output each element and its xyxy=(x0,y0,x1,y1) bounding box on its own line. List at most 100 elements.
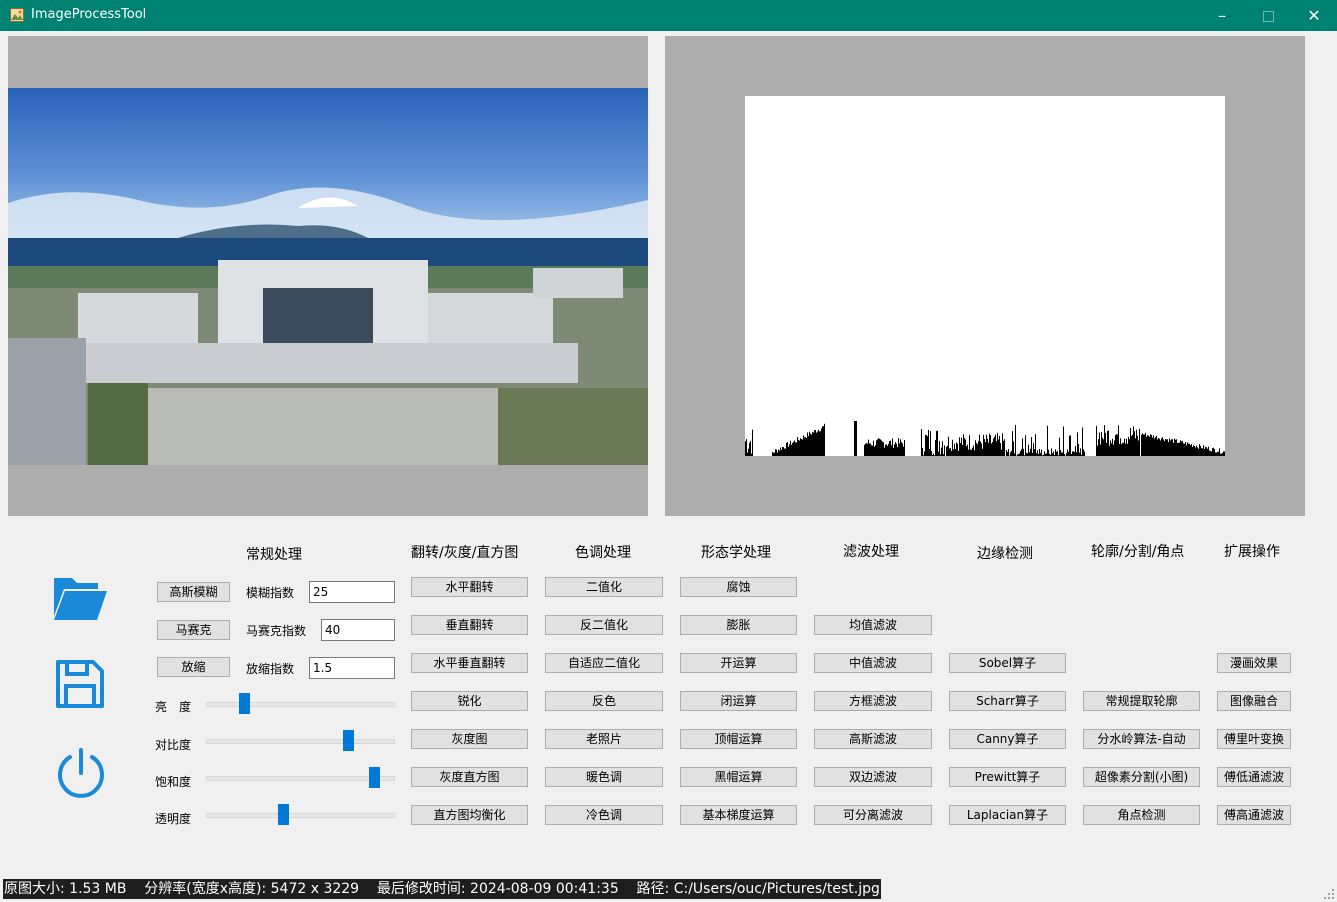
histogram-bar xyxy=(1188,443,1189,456)
save-floppy-icon[interactable] xyxy=(55,659,105,709)
scale-button[interactable]: 放缩 xyxy=(157,657,230,677)
histogram-bar xyxy=(981,443,982,456)
image-blend-button[interactable]: 图像融合 xyxy=(1217,691,1291,711)
old-photo-button[interactable]: 老照片 xyxy=(545,729,663,749)
histogram-bar xyxy=(810,433,811,456)
histogram-bar xyxy=(1064,454,1065,456)
morph-gradient-button[interactable]: 基本梯度运算 xyxy=(680,805,797,825)
cartoon-effect-button[interactable]: 漫画效果 xyxy=(1217,653,1291,673)
box-filter-button[interactable]: 方框滤波 xyxy=(814,691,932,711)
canny-button[interactable]: Canny算子 xyxy=(949,729,1066,749)
fourier-highpass-button[interactable]: 傅高通滤波 xyxy=(1217,805,1291,825)
histogram-bar xyxy=(809,431,810,456)
sharpen-button[interactable]: 锐化 xyxy=(411,691,528,711)
histogram-bar xyxy=(1206,447,1207,456)
dilate-button[interactable]: 膨胀 xyxy=(680,615,797,635)
histogram-bar xyxy=(884,447,885,456)
flip-both-button[interactable]: 水平垂直翻转 xyxy=(411,653,528,673)
histogram-bar xyxy=(1018,454,1019,456)
median-filter-button[interactable]: 中值滤波 xyxy=(814,653,932,673)
warm-tone-button[interactable]: 暖色调 xyxy=(545,767,663,787)
erode-button[interactable]: 腐蚀 xyxy=(680,577,797,597)
cool-tone-button[interactable]: 冷色调 xyxy=(545,805,663,825)
histogram-bar xyxy=(1003,441,1004,456)
binarize-button[interactable]: 二值化 xyxy=(545,577,663,597)
top-hat-button[interactable]: 顶帽运算 xyxy=(680,729,797,749)
histogram-bar xyxy=(1103,439,1104,456)
black-hat-button[interactable]: 黑帽运算 xyxy=(680,767,797,787)
histogram-bar xyxy=(784,448,785,456)
histogram-bar xyxy=(1142,433,1143,456)
histogram-bar xyxy=(1083,449,1084,456)
superpixel-button[interactable]: 超像素分割(小图) xyxy=(1083,767,1200,787)
fourier-transform-button[interactable]: 傅里叶变换 xyxy=(1217,729,1291,749)
fourier-lowpass-button[interactable]: 傅低通滤波 xyxy=(1217,767,1291,787)
slider-thumb[interactable] xyxy=(369,767,381,788)
histogram-bar xyxy=(1079,452,1080,456)
laplacian-button[interactable]: Laplacian算子 xyxy=(949,805,1066,825)
histogram-bar xyxy=(888,444,889,456)
histogram-bar xyxy=(1186,445,1187,456)
resize-grip-icon[interactable] xyxy=(1323,888,1335,900)
histogram-bar xyxy=(751,453,752,456)
minimize-button[interactable]: – xyxy=(1199,0,1245,31)
histogram-bar xyxy=(797,437,798,456)
histogram-bar xyxy=(882,441,883,456)
adaptive-binarize-button[interactable]: 自适应二值化 xyxy=(545,653,663,673)
slider-thumb[interactable] xyxy=(238,693,250,714)
histogram-bar xyxy=(985,442,986,456)
inverse-binarize-button[interactable]: 反二值化 xyxy=(545,615,663,635)
gray-histogram-button[interactable]: 灰度直方图 xyxy=(411,767,528,787)
histogram-bar xyxy=(1063,426,1064,456)
contour-extract-button[interactable]: 常规提取轮廓 xyxy=(1083,691,1200,711)
gaussian-blur-button[interactable]: 高斯模糊 xyxy=(157,582,230,602)
scharr-button[interactable]: Scharr算子 xyxy=(949,691,1066,711)
mean-filter-button[interactable]: 均值滤波 xyxy=(814,615,932,635)
prewitt-button[interactable]: Prewitt算子 xyxy=(949,767,1066,787)
brightness-slider[interactable] xyxy=(206,693,395,715)
histogram-bar xyxy=(950,448,951,456)
histogram-equalize-button[interactable]: 直方图均衡化 xyxy=(411,805,528,825)
opening-button[interactable]: 开运算 xyxy=(680,653,797,673)
opacity-slider[interactable] xyxy=(206,804,395,826)
mosaic-index-input[interactable]: 40 xyxy=(321,619,395,641)
histogram-bar xyxy=(1172,439,1173,456)
saturation-slider[interactable] xyxy=(206,767,395,789)
mosaic-button[interactable]: 马赛克 xyxy=(157,620,230,640)
scale-index-input[interactable]: 1.5 xyxy=(309,657,395,679)
open-folder-icon[interactable] xyxy=(52,572,108,622)
histogram-bar xyxy=(1080,448,1081,456)
slider-thumb[interactable] xyxy=(342,730,354,751)
watershed-button[interactable]: 分水岭算法-自动 xyxy=(1083,729,1200,749)
histogram-bar xyxy=(975,440,976,456)
grayscale-button[interactable]: 灰度图 xyxy=(411,729,528,749)
separable-filter-button[interactable]: 可分离滤波 xyxy=(814,805,932,825)
histogram-bar xyxy=(1223,451,1224,456)
maximize-button[interactable] xyxy=(1245,0,1291,31)
brightness-label: 亮 度 xyxy=(155,700,192,714)
slider-thumb[interactable] xyxy=(278,804,290,825)
histogram-bar xyxy=(750,440,751,456)
flip-vertical-button[interactable]: 垂直翻转 xyxy=(411,615,528,635)
histogram-bar xyxy=(1177,442,1178,456)
close-button[interactable]: ✕ xyxy=(1291,0,1337,31)
blur-index-input[interactable]: 25 xyxy=(309,581,395,603)
closing-button[interactable]: 闭运算 xyxy=(680,691,797,711)
corner-detect-button[interactable]: 角点检测 xyxy=(1083,805,1200,825)
histogram-bar xyxy=(1120,438,1121,456)
contrast-slider[interactable] xyxy=(206,730,395,752)
histogram-bar xyxy=(1000,443,1001,456)
bilateral-filter-button[interactable]: 双边滤波 xyxy=(814,767,932,787)
histogram-bar xyxy=(899,443,900,456)
sobel-button[interactable]: Sobel算子 xyxy=(949,653,1066,673)
gaussian-filter-button[interactable]: 高斯滤波 xyxy=(814,729,932,749)
histogram-bar xyxy=(946,446,947,456)
histogram-bar xyxy=(817,431,818,456)
power-icon[interactable] xyxy=(54,746,108,800)
invert-color-button[interactable]: 反色 xyxy=(545,691,663,711)
histogram-bar xyxy=(1060,449,1061,456)
histogram-bar xyxy=(867,443,868,456)
histogram-bar xyxy=(1118,425,1119,456)
histogram-bar xyxy=(1042,455,1043,456)
flip-horizontal-button[interactable]: 水平翻转 xyxy=(411,577,528,597)
